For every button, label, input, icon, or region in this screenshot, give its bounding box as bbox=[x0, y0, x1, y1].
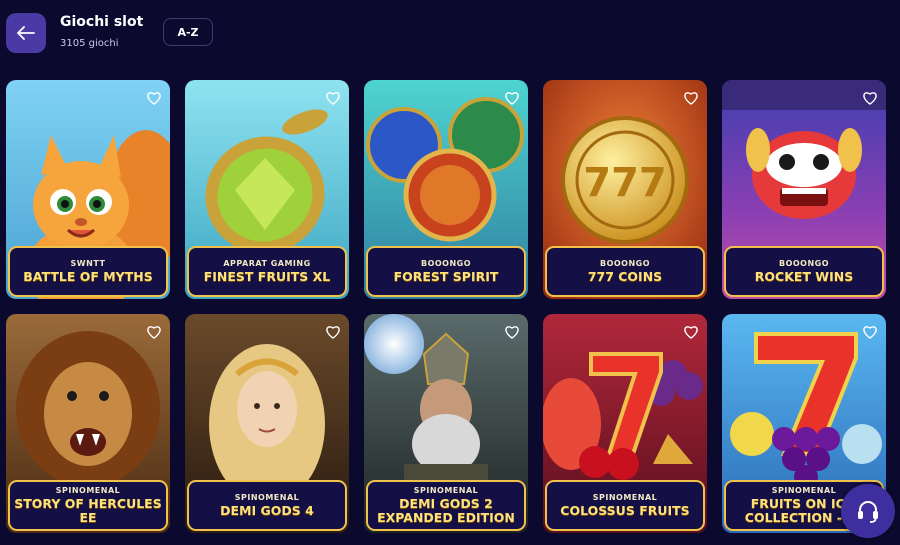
favorite-button[interactable] bbox=[502, 322, 522, 342]
favorite-button[interactable] bbox=[323, 88, 343, 108]
game-title: STORY OF HERCULES EE bbox=[14, 496, 162, 525]
game-provider: SPINOMENAL bbox=[234, 493, 300, 502]
heart-outline-icon bbox=[505, 92, 519, 105]
game-card[interactable]: SPINOMENAL DEMI GODS 2 EXPANDED EDITION bbox=[364, 314, 528, 533]
heart-outline-icon bbox=[147, 92, 161, 105]
favorite-button[interactable] bbox=[502, 88, 522, 108]
game-provider: SPINOMENAL bbox=[592, 493, 658, 502]
game-provider: SWNTT bbox=[70, 259, 106, 268]
games-grid: SWNTT BATTLE OF MYTHS APPARAT GAMING FIN… bbox=[6, 80, 886, 533]
heart-outline-icon bbox=[326, 92, 340, 105]
support-chat-button[interactable] bbox=[841, 484, 895, 538]
game-title: DEMI GODS 2 EXPANDED EDITION bbox=[377, 496, 515, 525]
game-card[interactable]: APPARAT GAMING FINEST FRUITS XL bbox=[185, 80, 349, 299]
svg-text:777: 777 bbox=[583, 160, 667, 206]
favorite-button[interactable] bbox=[681, 322, 701, 342]
page-title: Giochi slot bbox=[60, 14, 144, 30]
game-label: SPINOMENAL DEMI GODS 4 bbox=[187, 480, 347, 531]
game-label: SWNTT BATTLE OF MYTHS bbox=[8, 246, 168, 297]
game-title: BATTLE OF MYTHS bbox=[23, 269, 153, 284]
game-provider: SPINOMENAL bbox=[771, 486, 837, 495]
game-provider: BOOONGO bbox=[420, 259, 472, 268]
game-title: FOREST SPIRIT bbox=[393, 269, 499, 284]
favorite-button[interactable] bbox=[860, 322, 880, 342]
game-title: ROCKET WINS bbox=[754, 269, 854, 284]
game-provider: APPARAT GAMING bbox=[223, 259, 311, 268]
game-card[interactable]: BOOONGO FOREST SPIRIT bbox=[364, 80, 528, 299]
game-label: SPINOMENAL DEMI GODS 2 EXPANDED EDITION bbox=[366, 480, 526, 531]
favorite-button[interactable] bbox=[681, 88, 701, 108]
heart-outline-icon bbox=[863, 92, 877, 105]
game-title: DEMI GODS 4 bbox=[220, 503, 314, 518]
game-label: SPINOMENAL STORY OF HERCULES EE bbox=[8, 480, 168, 531]
heart-outline-icon bbox=[505, 326, 519, 339]
game-card[interactable]: SPINOMENAL COLOSSUS FRUITS bbox=[543, 314, 707, 533]
game-label: BOOONGO FOREST SPIRIT bbox=[366, 246, 526, 297]
heart-outline-icon bbox=[147, 326, 161, 339]
game-card[interactable]: 777 BOOONGO 777 COINS bbox=[543, 80, 707, 299]
game-label: BOOONGO 777 COINS bbox=[545, 246, 705, 297]
favorite-button[interactable] bbox=[860, 88, 880, 108]
game-provider: BOOONGO bbox=[599, 259, 651, 268]
heart-outline-icon bbox=[684, 92, 698, 105]
game-card[interactable]: BOOONGO ROCKET WINS bbox=[722, 80, 886, 299]
game-card[interactable]: SPINOMENAL STORY OF HERCULES EE bbox=[6, 314, 170, 533]
game-title: COLOSSUS FRUITS bbox=[560, 503, 690, 518]
favorite-button[interactable] bbox=[144, 88, 164, 108]
game-title: 777 COINS bbox=[587, 269, 663, 284]
game-count: 3105 giochi bbox=[60, 38, 119, 49]
game-label: SPINOMENAL COLOSSUS FRUITS bbox=[545, 480, 705, 531]
back-button[interactable] bbox=[6, 13, 46, 53]
game-card[interactable]: SWNTT BATTLE OF MYTHS bbox=[6, 80, 170, 299]
game-label: APPARAT GAMING FINEST FRUITS XL bbox=[187, 246, 347, 297]
game-provider: SPINOMENAL bbox=[413, 486, 479, 495]
sort-button[interactable]: A-Z bbox=[163, 18, 213, 46]
headset-icon bbox=[858, 501, 878, 523]
heart-outline-icon bbox=[863, 326, 877, 339]
heart-outline-icon bbox=[684, 326, 698, 339]
game-label: BOOONGO ROCKET WINS bbox=[724, 246, 884, 297]
game-card[interactable]: SPINOMENAL DEMI GODS 4 bbox=[185, 314, 349, 533]
page-header: Giochi slot 3105 giochi A-Z bbox=[0, 0, 900, 70]
game-provider: BOOONGO bbox=[778, 259, 830, 268]
favorite-button[interactable] bbox=[323, 322, 343, 342]
heart-outline-icon bbox=[326, 326, 340, 339]
arrow-left-icon bbox=[17, 26, 35, 40]
game-provider: SPINOMENAL bbox=[55, 486, 121, 495]
game-title: FINEST FRUITS XL bbox=[203, 269, 331, 284]
favorite-button[interactable] bbox=[144, 322, 164, 342]
